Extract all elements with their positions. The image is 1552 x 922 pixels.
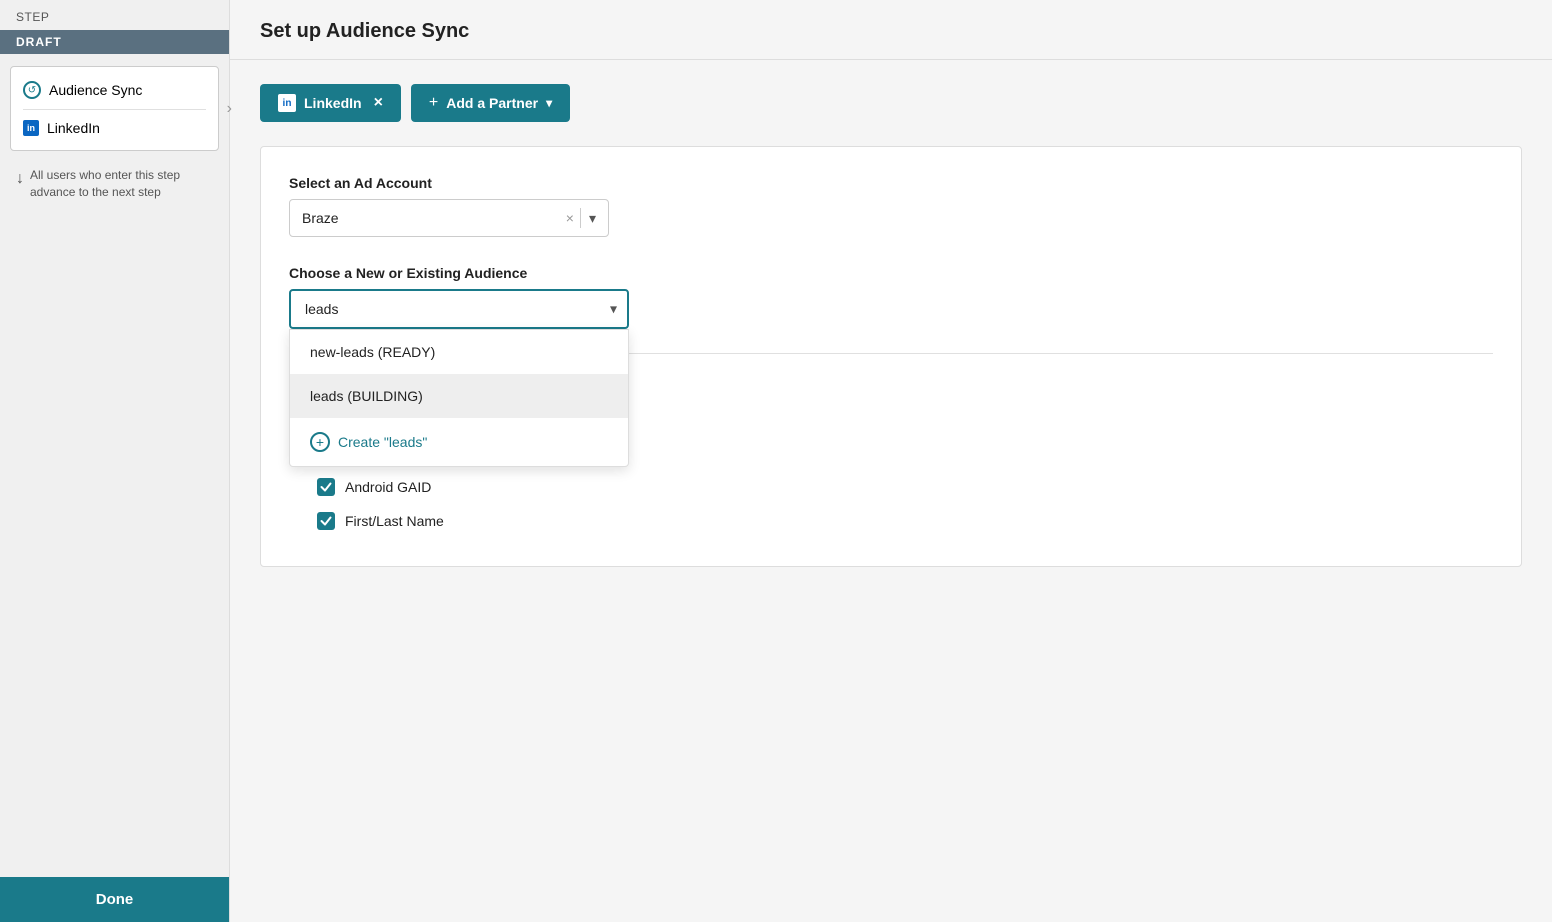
linkedin-button-label: LinkedIn: [304, 95, 362, 111]
main-header: Set up Audience Sync: [230, 0, 1552, 60]
main-body: in LinkedIn × + Add a Partner ▾ Select a…: [230, 60, 1552, 591]
sidebar: Step DRAFT ↺ Audience Sync in LinkedIn ›…: [0, 0, 230, 922]
audience-dropdown-wrapper: ▾ new-leads (READY) leads (BUILDING) + C…: [289, 289, 629, 329]
add-partner-plus-icon: +: [429, 94, 438, 112]
audience-section-label: Choose a New or Existing Audience: [289, 265, 1493, 281]
add-partner-button[interactable]: + Add a Partner ▾: [411, 84, 570, 122]
create-audience-label: Create "leads": [338, 434, 427, 450]
dropdown-item-1[interactable]: leads (BUILDING): [290, 374, 628, 418]
audience-section: Choose a New or Existing Audience ▾ new-…: [289, 265, 1493, 329]
draft-badge: DRAFT: [0, 30, 229, 54]
advance-text: All users who enter this step advance to…: [30, 167, 213, 201]
down-arrow-icon: ↓: [16, 168, 24, 190]
ad-account-label: Select an Ad Account: [289, 175, 1493, 191]
page-title: Set up Audience Sync: [260, 20, 1522, 43]
audience-sync-label: Audience Sync: [49, 82, 142, 98]
dropdown-item-label-0: new-leads (READY): [310, 344, 435, 360]
ad-account-select[interactable]: Braze × ▾: [289, 199, 609, 237]
add-partner-label: Add a Partner: [446, 95, 538, 111]
ad-account-clear-icon[interactable]: ×: [566, 210, 574, 226]
android-gaid-checkmark-icon: [320, 481, 332, 493]
android-gaid-label: Android GAID: [345, 479, 431, 495]
done-button[interactable]: Done: [0, 877, 229, 922]
main-content: Set up Audience Sync in LinkedIn × + Add…: [230, 0, 1552, 922]
partner-buttons-row: in LinkedIn × + Add a Partner ▾: [260, 84, 1522, 122]
linkedin-sidebar-label: LinkedIn: [47, 120, 100, 136]
step-label: Step: [0, 0, 229, 30]
first-last-name-row[interactable]: First/Last Name: [289, 504, 1493, 538]
first-last-name-label: First/Last Name: [345, 513, 444, 529]
android-gaid-checkbox[interactable]: [317, 478, 335, 496]
ad-account-divider: [580, 208, 581, 228]
sidebar-card-arrow: ›: [227, 100, 232, 118]
sidebar-card: ↺ Audience Sync in LinkedIn ›: [10, 66, 219, 151]
advance-text-wrapper: ↓ All users who enter this step advance …: [0, 163, 229, 217]
android-gaid-row[interactable]: Android GAID: [289, 470, 1493, 504]
ad-account-chevron-icon[interactable]: ▾: [589, 210, 596, 227]
audience-sync-row: ↺ Audience Sync: [23, 77, 206, 103]
ad-account-value: Braze: [302, 210, 566, 226]
create-audience-button[interactable]: + Create "leads": [290, 418, 628, 466]
main-card: Select an Ad Account Braze × ▾ Choose a …: [260, 146, 1522, 567]
dropdown-item-label-1: leads (BUILDING): [310, 388, 423, 404]
dropdown-item-0[interactable]: new-leads (READY): [290, 330, 628, 374]
audience-dropdown-menu: new-leads (READY) leads (BUILDING) + Cre…: [289, 329, 629, 467]
first-last-name-checkmark-icon: [320, 515, 332, 527]
audience-input[interactable]: [289, 289, 629, 329]
linkedin-row: in LinkedIn: [23, 116, 206, 140]
linkedin-partner-button[interactable]: in LinkedIn ×: [260, 84, 401, 122]
linkedin-close-icon[interactable]: ×: [374, 94, 383, 112]
sync-icon: ↺: [23, 81, 41, 99]
create-plus-icon: +: [310, 432, 330, 452]
add-partner-chevron-icon: ▾: [546, 96, 552, 110]
linkedin-icon-sm: in: [23, 120, 39, 136]
first-last-name-checkbox[interactable]: [317, 512, 335, 530]
linkedin-icon-white: in: [278, 94, 296, 112]
